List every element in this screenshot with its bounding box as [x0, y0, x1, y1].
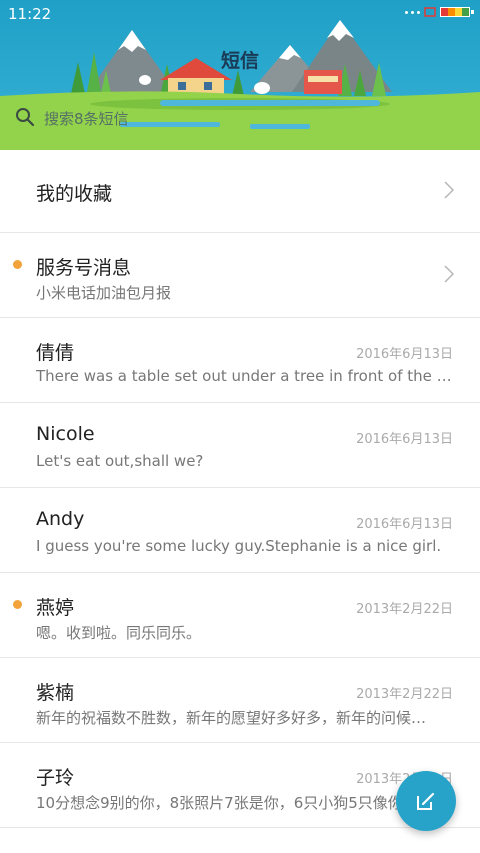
contact-name: 子玲 — [36, 767, 75, 789]
favorites-row[interactable]: 我的收藏 — [0, 150, 480, 233]
message-preview: 10分想念9别的你，8张照片7张是你，6只小狗5只像你… — [36, 794, 418, 812]
message-date: 2016年6月13日 — [356, 347, 453, 362]
unread-dot — [13, 260, 22, 269]
list-item[interactable]: Andy 2016年6月13日 I guess you're some luck… — [0, 488, 480, 573]
list-item[interactable]: 紫楠 2013年2月22日 新年的祝福数不胜数，新年的愿望好多好多，新年的问候… — [0, 658, 480, 743]
message-date: 2016年6月13日 — [356, 432, 453, 447]
compose-button[interactable] — [396, 771, 456, 831]
status-bar: 11:22 — [0, 0, 480, 28]
search-bar[interactable]: 搜索8条短信 — [2, 96, 480, 138]
message-preview: There was a table set out under a tree i… — [36, 367, 454, 385]
chevron-right-icon — [444, 181, 454, 199]
message-preview: 小米电话加油包月报 — [36, 284, 172, 302]
list-item[interactable]: 服务号消息 小米电话加油包月报 — [0, 233, 480, 318]
header-banner: 11:22 短信 搜索8条短信 — [0, 0, 480, 150]
message-date: 2013年2月22日 — [356, 602, 453, 617]
battery-icon — [440, 7, 474, 17]
message-preview: Let's eat out,shall we? — [36, 452, 204, 470]
favorites-label: 我的收藏 — [36, 183, 113, 205]
contact-name: 服务号消息 — [36, 257, 132, 279]
unread-dot — [13, 600, 22, 609]
list-item[interactable]: Nicole 2016年6月13日 Let's eat out,shall we… — [0, 403, 480, 488]
page-title: 短信 — [220, 50, 259, 72]
compose-icon — [417, 792, 435, 810]
contact-name: 燕婷 — [36, 597, 75, 619]
message-preview: I guess you're some lucky guy.Stephanie … — [36, 537, 442, 555]
chevron-right-icon — [444, 265, 454, 283]
message-date: 2016年6月13日 — [356, 517, 453, 532]
contact-name: 倩倩 — [36, 342, 75, 364]
search-icon — [16, 108, 35, 127]
status-icons — [405, 6, 474, 18]
signal-dots-icon — [405, 10, 420, 14]
contact-name: Nicole — [36, 423, 95, 445]
list-item[interactable]: 燕婷 2013年2月22日 嗯。收到啦。同乐同乐。 — [0, 573, 480, 658]
message-preview: 新年的祝福数不胜数，新年的愿望好多好多，新年的问候… — [36, 709, 427, 727]
list-item[interactable]: 倩倩 2016年6月13日 There was a table set out … — [0, 318, 480, 403]
message-preview: 嗯。收到啦。同乐同乐。 — [36, 624, 202, 642]
message-date: 2013年2月22日 — [356, 687, 453, 702]
contact-name: Andy — [36, 508, 85, 530]
contact-name: 紫楠 — [36, 682, 75, 704]
status-time: 11:22 — [8, 5, 52, 23]
conversation-list: 我的收藏 服务号消息 小米电话加油包月报 倩倩 2016年6月13日 There… — [0, 150, 480, 828]
vibrate-icon — [424, 7, 436, 17]
search-input[interactable]: 搜索8条短信 — [44, 108, 129, 129]
